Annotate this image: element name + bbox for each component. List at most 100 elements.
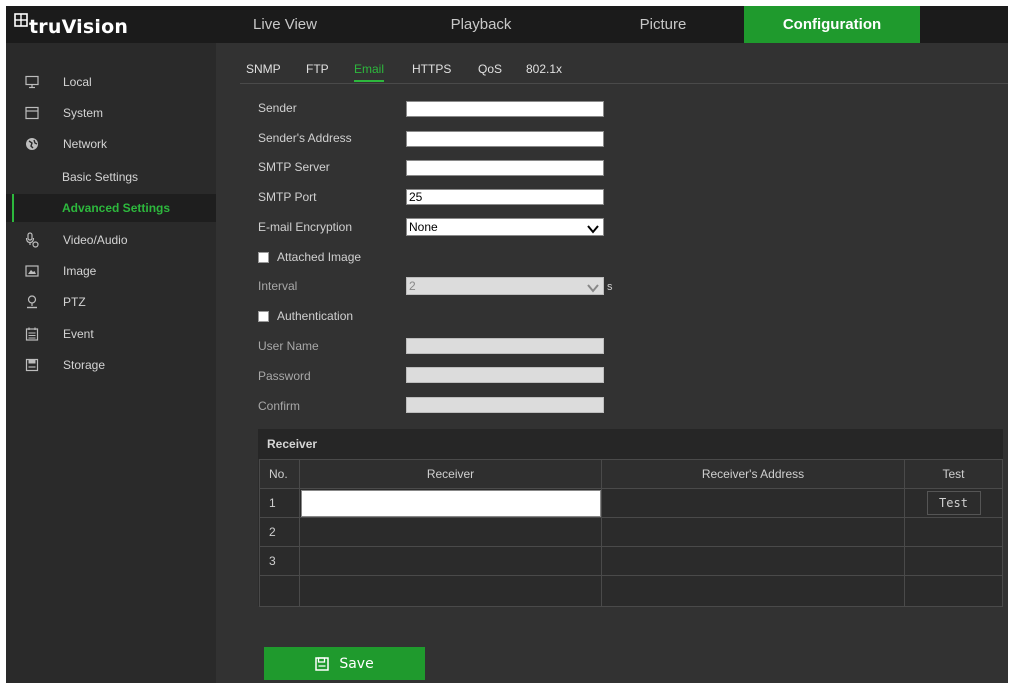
receiver-cell[interactable] bbox=[299, 546, 602, 576]
sidebar-item-event[interactable]: Event bbox=[6, 320, 216, 348]
row-number: 1 bbox=[259, 488, 300, 518]
logo-mark-icon bbox=[14, 12, 28, 31]
email-encryption-select[interactable]: None bbox=[406, 218, 604, 236]
tab-configuration[interactable]: Configuration bbox=[744, 6, 920, 43]
sidebar-item-label: System bbox=[63, 106, 104, 120]
column-header-test: Test bbox=[904, 459, 1003, 489]
microphone-icon bbox=[24, 232, 40, 248]
sender-address-input[interactable] bbox=[406, 131, 604, 147]
sidebar-item-image[interactable]: Image bbox=[6, 257, 216, 285]
test-cell: Test bbox=[904, 488, 1003, 518]
save-label: Save bbox=[339, 655, 374, 672]
smtp-server-label: SMTP Server bbox=[258, 160, 330, 174]
receiver-table: No. Receiver Receiver's Address Test 1 T… bbox=[259, 459, 1003, 607]
sidebar-item-label: Video/Audio bbox=[63, 233, 128, 247]
tab-picture[interactable]: Picture bbox=[598, 6, 728, 43]
top-navigation-bar: truVision Live View Playback Picture Con… bbox=[6, 6, 1008, 43]
attached-image-label: Attached Image bbox=[277, 250, 362, 264]
attached-image-row: Attached Image bbox=[258, 250, 361, 264]
sidebar-item-advanced-settings[interactable]: Advanced Settings bbox=[6, 194, 216, 222]
subtab-email[interactable]: Email bbox=[354, 62, 385, 82]
chevron-down-icon bbox=[587, 222, 599, 234]
subtab-https[interactable]: HTTPS bbox=[412, 62, 451, 76]
empty-cell bbox=[259, 575, 300, 607]
test-button[interactable]: Test bbox=[926, 491, 981, 515]
receiver-panel: Receiver No. Receiver Receiver's Address… bbox=[258, 429, 1003, 607]
test-cell bbox=[904, 517, 1003, 547]
save-icon bbox=[315, 656, 330, 671]
password-label: Password bbox=[258, 369, 311, 383]
smtp-server-input[interactable] bbox=[406, 160, 604, 176]
receiver-cell[interactable] bbox=[299, 517, 602, 547]
sender-label: Sender bbox=[258, 101, 297, 115]
storage-icon bbox=[24, 357, 40, 373]
smtp-port-label: SMTP Port bbox=[258, 190, 317, 204]
user-name-input[interactable] bbox=[406, 338, 604, 354]
sidebar-item-video-audio[interactable]: Video/Audio bbox=[6, 226, 216, 254]
subtab-snmp[interactable]: SNMP bbox=[246, 62, 281, 76]
interval-select[interactable]: 2 bbox=[406, 277, 604, 295]
receiver-input[interactable] bbox=[301, 489, 601, 517]
column-header-receiver: Receiver bbox=[299, 459, 602, 489]
column-header-no: No. bbox=[259, 459, 300, 489]
confirm-label: Confirm bbox=[258, 399, 301, 413]
receiver-cell bbox=[299, 488, 602, 518]
attached-image-checkbox[interactable] bbox=[258, 251, 269, 263]
confirm-password-input[interactable] bbox=[406, 397, 604, 413]
sidebar-item-label: Network bbox=[63, 137, 108, 151]
subtab-qos[interactable]: QoS bbox=[478, 62, 502, 76]
empty-cell bbox=[601, 575, 905, 607]
row-number: 3 bbox=[259, 546, 300, 576]
app-logo: truVision bbox=[14, 12, 129, 38]
sidebar-item-label: Event bbox=[63, 327, 94, 341]
sidebar-item-local[interactable]: Local bbox=[6, 68, 216, 96]
email-encryption-value: None bbox=[409, 220, 438, 234]
sidebar: Local System Network Basic Settings Adva… bbox=[6, 43, 216, 683]
save-button[interactable]: Save bbox=[264, 647, 425, 680]
interval-label: Interval bbox=[258, 279, 298, 293]
app-window: truVision Live View Playback Picture Con… bbox=[6, 6, 1008, 683]
image-icon bbox=[24, 263, 40, 279]
empty-cell bbox=[904, 575, 1003, 607]
sidebar-item-system[interactable]: System bbox=[6, 99, 216, 127]
test-cell bbox=[904, 546, 1003, 576]
subtab-ftp[interactable]: FTP bbox=[306, 62, 329, 76]
calendar-icon bbox=[24, 326, 40, 342]
sidebar-item-ptz[interactable]: PTZ bbox=[6, 288, 216, 316]
subtab-8021x[interactable]: 802.1x bbox=[526, 62, 562, 76]
user-name-label: User Name bbox=[258, 339, 319, 353]
empty-cell bbox=[299, 575, 602, 607]
sidebar-item-storage[interactable]: Storage bbox=[6, 351, 216, 379]
sidebar-item-label: PTZ bbox=[63, 295, 86, 309]
globe-icon bbox=[24, 136, 40, 152]
tab-live-view[interactable]: Live View bbox=[220, 6, 350, 43]
table-row: 2 bbox=[259, 517, 1003, 547]
sidebar-item-basic-settings[interactable]: Basic Settings bbox=[6, 163, 216, 191]
sidebar-item-label: Advanced Settings bbox=[62, 201, 171, 215]
table-row: 3 bbox=[259, 546, 1003, 576]
logo-text: truVision bbox=[29, 16, 129, 38]
interval-unit: s bbox=[607, 281, 613, 293]
authentication-row: Authentication bbox=[258, 309, 353, 323]
email-encryption-label: E-mail Encryption bbox=[258, 220, 353, 234]
receiver-address-cell[interactable] bbox=[601, 517, 905, 547]
smtp-port-input[interactable] bbox=[406, 189, 604, 205]
column-header-receiver-address: Receiver's Address bbox=[601, 459, 905, 489]
sidebar-item-label: Local bbox=[63, 75, 92, 89]
password-input[interactable] bbox=[406, 367, 604, 383]
monitor-icon bbox=[24, 74, 40, 90]
network-subtabs: SNMP FTP Email HTTPS QoS 802.1x bbox=[240, 58, 1008, 84]
row-number: 2 bbox=[259, 517, 300, 547]
sidebar-item-label: Storage bbox=[63, 358, 106, 372]
table-header-row: No. Receiver Receiver's Address Test bbox=[259, 459, 1003, 489]
authentication-checkbox[interactable] bbox=[258, 310, 269, 322]
receiver-address-cell[interactable] bbox=[601, 546, 905, 576]
receiver-address-cell[interactable] bbox=[601, 488, 905, 518]
receiver-title: Receiver bbox=[258, 429, 1003, 459]
ptz-camera-icon bbox=[24, 294, 40, 310]
chevron-down-icon bbox=[587, 281, 599, 293]
sidebar-item-network[interactable]: Network bbox=[6, 130, 216, 158]
sender-input[interactable] bbox=[406, 101, 604, 117]
system-icon bbox=[24, 105, 40, 121]
tab-playback[interactable]: Playback bbox=[416, 6, 546, 43]
